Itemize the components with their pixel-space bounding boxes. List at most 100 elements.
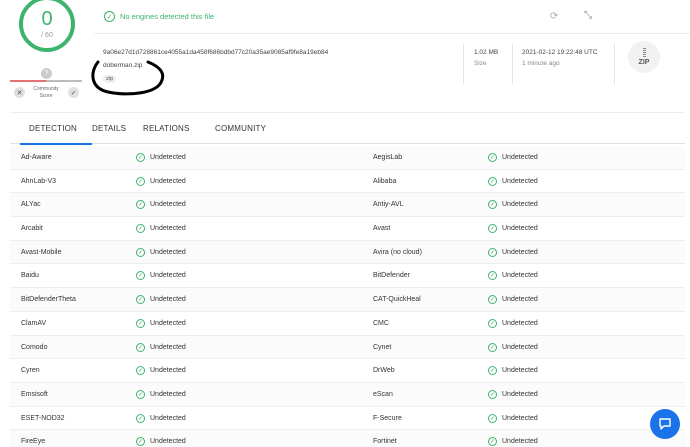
engine-result: ✓ Undetected [136,413,186,423]
engine-name: Comodo [21,343,48,351]
engine-name: Cyren [21,367,40,375]
result-label: Undetected [502,177,538,185]
engine-result: ✓ Undetected [488,413,538,423]
engine-name: Ad-Aware [21,154,52,161]
vote-harmless-button[interactable]: ✓ [68,87,79,98]
engine-result: ✓ Undetected [136,176,186,186]
check-circle-icon: ✓ [488,342,497,352]
engine-name: ESET-NOD32 [21,414,65,422]
result-label: Undetected [502,248,538,256]
engine-result: ✓ Undetected [488,271,538,281]
help-icon[interactable]: ? [41,68,52,79]
engine-result: ✓ Undetected [488,366,538,376]
result-label: Undetected [150,367,186,375]
check-circle-icon: ✓ [136,318,145,328]
check-circle-icon: ✓ [136,176,145,186]
engine-name: F-Secure [373,414,402,422]
engine-total: / 60 [41,32,53,39]
result-label: Undetected [502,438,538,446]
result-label: Undetected [150,319,186,327]
chat-icon [659,418,671,430]
check-circle-icon: ✓ [488,437,497,447]
engine-name: ALYac [21,201,41,209]
engine-name: Fortinet [373,438,397,446]
tab-details[interactable]: DETAILS [92,124,126,133]
meta-divider [512,44,513,84]
engine-name: BitDefender [373,272,410,280]
tab-relations[interactable]: RELATIONS [143,124,190,133]
check-circle-icon: ✓ [136,153,145,162]
check-circle-icon: ✓ [136,224,145,234]
table-row: Avast-Mobile ✓ Undetected Avira (no cloud) ✓… [10,240,685,265]
zipper-icon [642,48,646,58]
community-score-bar [10,80,82,82]
check-circle-icon: ✓ [488,224,497,234]
tab-detection[interactable]: DETECTION [29,124,77,133]
engine-result: ✓ Undetected [136,342,186,352]
result-label: Undetected [150,414,186,422]
engine-result: ✓ Undetected [488,437,538,447]
engine-result: ✓ Undetected [136,153,186,162]
tab-community[interactable]: COMMUNITY [215,124,266,133]
collapse-icon[interactable]: ⤡ [584,10,592,21]
engine-name: Arcabit [21,225,43,233]
result-label: Undetected [502,272,538,280]
result-label: Undetected [502,225,538,233]
check-circle-icon: ✓ [488,366,497,376]
reanalyze-icon[interactable]: ⟳ [550,11,558,22]
check-circle-icon: ✓ [136,295,145,305]
engine-name: Avira (no cloud) [373,248,422,256]
engine-name: Avast [373,225,391,233]
file-size-label: Size [474,60,487,67]
table-row: Baidu ✓ Undetected BitDefender ✓ Undetected [10,264,685,289]
meta-divider [614,44,615,84]
check-circle-icon: ✓ [136,366,145,376]
detection-results-table: Ad-Aware ✓ Undetected AegisLab ✓ Undetected Ah… [10,146,685,447]
engine-result: ✓ Undetected [488,224,538,234]
result-label: Undetected [502,201,538,209]
community-score-label: Community Score [33,86,59,99]
vote-harmful-button[interactable]: ✕ [14,87,25,98]
engine-result: ✓ Undetected [488,153,538,162]
engine-name: Baidu [21,272,39,280]
engine-name: eScan [373,390,393,398]
check-circle-icon: ✓ [136,437,145,447]
engine-name: AegisLab [373,154,403,161]
check-circle-icon: ✓ [488,176,497,186]
file-hash: 9a06e27d1d728861ce4055a1da458f686bdbd77c… [103,49,329,56]
engine-result: ✓ Undetected [136,366,186,376]
engine-result: ✓ Undetected [488,247,538,257]
check-circle-icon: ✓ [136,389,145,399]
engine-result: ✓ Undetected [136,295,186,305]
engine-name: BitDefenderTheta [21,296,76,304]
result-label: Undetected [502,154,538,161]
table-row: Cyren ✓ Undetected DrWeb ✓ Undetected [10,359,685,383]
report-tabs: DETECTION DETAILS RELATIONS COMMUNITY [10,112,685,145]
result-label: Undetected [150,225,186,233]
result-label: Undetected [502,414,538,422]
engine-name: Cynet [373,343,392,351]
result-label: Undetected [502,296,538,304]
engine-result: ✓ Undetected [488,295,538,305]
chat-button[interactable] [650,409,680,439]
result-label: Undetected [150,343,186,351]
table-row: Emsisoft ✓ Undetected eScan ✓ Undetected [10,382,685,407]
check-circle-icon: ✓ [488,318,497,328]
engine-result: ✓ Undetected [488,176,538,186]
file-report-header: 0 / 60 ? ✕ Community Score ✓ ✓ No engine… [0,0,690,112]
engine-name: ClamAV [21,319,47,327]
table-row: FireEye ✓ Undetected Fortinet ✓ Undetected [10,430,685,447]
engine-name: Antiy-AVL [373,201,404,209]
table-row: Comodo ✓ Undetected Cynet ✓ Undetected [10,335,685,360]
banner-text: No engines detected this file [120,12,215,21]
file-type-label: ZIP [638,59,650,66]
engine-result: ✓ Undetected [488,389,538,399]
result-label: Undetected [150,201,186,209]
table-row: ESET-NOD32 ✓ Undetected F-Secure ✓ Undetected [10,407,685,431]
check-circle-icon: ✓ [488,247,497,257]
check-circle-icon: ✓ [104,11,115,22]
check-circle-icon: ✓ [488,271,497,281]
engine-name: CMC [373,319,389,327]
check-circle-icon: ✓ [136,342,145,352]
engine-name: CAT-QuickHeal [373,296,421,304]
